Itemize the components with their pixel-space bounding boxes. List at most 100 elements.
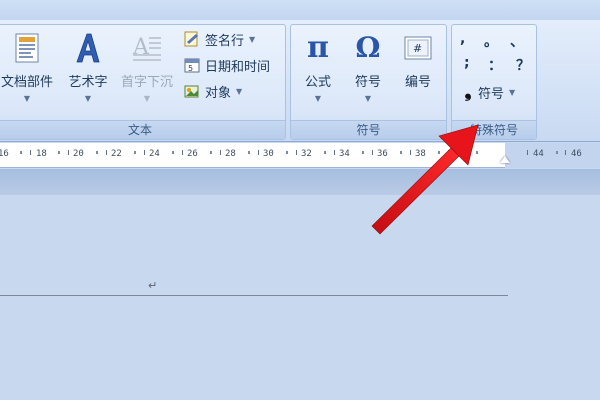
date-time-button[interactable]: 5 日期和时间 (183, 54, 270, 76)
group-special-symbols: , 。 、 ; ： ？ ❟ 符号 ▼ 特殊符号 (451, 24, 537, 140)
group-label-special-symbols: 特殊符号 (452, 120, 536, 139)
doc-parts-icon (10, 31, 44, 65)
ruler-number: 46 (571, 149, 582, 159)
ruler-tick (362, 151, 364, 154)
ruler-margin-area: 44 46 (505, 143, 600, 168)
ruler-tick (286, 151, 288, 154)
number-label: 编号 (404, 75, 431, 90)
chevron-down-icon: ▼ (364, 94, 372, 103)
ruler-tick (258, 150, 259, 155)
horizontal-ruler[interactable]: 16 18 20 22 24 26 28 30 32 34 36 38 40 4… (0, 143, 600, 168)
object-icon (183, 82, 201, 100)
punct-semicolon[interactable]: ; (464, 55, 470, 71)
punct-colon[interactable]: ： (488, 55, 502, 75)
comma-mark-icon: ❟ (464, 81, 472, 102)
ribbon: 文档部件 ▼ 艺术字 ▼ A 首字下沉 ▼ 签名行 ▼ 5 日期和时间 对象 ▼… (0, 20, 600, 142)
ruler-tick (448, 150, 449, 155)
ruler-tick (172, 151, 174, 154)
ruler-tick (372, 150, 373, 155)
svg-text:#: # (413, 42, 422, 55)
ruler-tick (438, 151, 440, 154)
doc-parts-label: 文档部件 (0, 75, 53, 90)
dropcap-label: 首字下沉 (120, 75, 173, 90)
chevron-down-icon: ▼ (84, 94, 92, 103)
ruler-tick (565, 150, 566, 155)
symbol-label: 符号 (354, 75, 381, 90)
number-button[interactable]: # 编号 (393, 31, 443, 115)
chevron-down-icon: ▼ (314, 94, 322, 103)
dropcap-icon: A (130, 31, 164, 65)
special-symbol-label: 符号 (478, 86, 505, 102)
punct-comma[interactable]: , (460, 31, 465, 47)
special-symbol-button[interactable]: ❟ 符号 ▼ (462, 81, 515, 103)
ruler-number: 38 (415, 149, 426, 159)
ruler-number: 30 (263, 149, 274, 159)
omega-icon: Ω (355, 31, 381, 64)
symbol-button[interactable]: Ω 符号 ▼ (343, 31, 393, 115)
ruler-tick (134, 151, 136, 154)
ruler-tick (296, 150, 297, 155)
ruler-number: 22 (111, 149, 122, 159)
ruler-tick (556, 151, 558, 154)
group-text: 文档部件 ▼ 艺术字 ▼ A 首字下沉 ▼ 签名行 ▼ 5 日期和时间 对象 ▼… (0, 24, 286, 140)
ruler-number: 32 (301, 149, 312, 159)
equation-label: 公式 (304, 75, 331, 90)
ruler-tick (220, 150, 221, 155)
svg-text:5: 5 (188, 64, 193, 73)
pi-icon: π (307, 30, 329, 65)
paragraph-mark: ↵ (148, 279, 158, 292)
ruler-tick (106, 150, 107, 155)
ruler-number: 20 (73, 149, 84, 159)
chevron-down-icon: ▼ (509, 87, 516, 97)
ruler-number: 24 (149, 149, 160, 159)
ruler-number: 18 (36, 149, 47, 159)
ruler-number: 34 (339, 149, 350, 159)
ruler-number: 36 (377, 149, 388, 159)
equation-button[interactable]: π 公式 ▼ (293, 31, 343, 115)
ruler-number: 16 (0, 149, 9, 159)
ruler-tick (144, 150, 145, 155)
right-indent-marker[interactable] (500, 156, 510, 163)
punct-question[interactable]: ？ (516, 55, 530, 75)
wordart-icon (71, 31, 105, 65)
svg-text:A: A (132, 35, 150, 60)
document-divider-line (0, 295, 508, 296)
ruler-tick (30, 150, 31, 155)
signature-line-label: 签名行 (205, 33, 245, 49)
object-button[interactable]: 对象 ▼ (183, 80, 242, 102)
ruler-tick (527, 150, 528, 155)
object-label: 对象 (205, 85, 232, 101)
punct-pause[interactable]: 、 (510, 31, 524, 51)
chevron-down-icon: ▼ (236, 86, 243, 96)
ruler-tick (334, 150, 335, 155)
ruler-number: 28 (225, 149, 236, 159)
document-top-band (0, 169, 600, 195)
number-icon: # (401, 31, 435, 65)
date-time-label: 日期和时间 (205, 59, 271, 75)
signature-icon (183, 30, 201, 48)
group-symbols: π 公式 ▼ Ω 符号 ▼ # 编号 符号 (290, 24, 447, 140)
doc-parts-button[interactable]: 文档部件 ▼ (0, 31, 57, 115)
wordart-button[interactable]: 艺术字 ▼ (63, 31, 113, 115)
ruler-tick (182, 150, 183, 155)
title-strip (0, 0, 600, 20)
dropcap-button[interactable]: A 首字下沉 ▼ (115, 31, 179, 115)
ruler-tick (324, 151, 326, 154)
wordart-label: 艺术字 (68, 75, 108, 90)
signature-line-button[interactable]: 签名行 ▼ (183, 28, 255, 50)
ruler-number: 44 (533, 149, 544, 159)
ruler-tick (400, 151, 402, 154)
ruler-number: 40 (453, 149, 464, 159)
ruler-tick (476, 151, 478, 154)
ruler-tick (58, 151, 60, 154)
ruler-tick (248, 151, 250, 154)
chevron-down-icon: ▼ (23, 94, 31, 103)
ruler-tick (96, 151, 98, 154)
calendar-icon: 5 (183, 56, 201, 74)
chevron-down-icon: ▼ (143, 94, 151, 103)
punct-period[interactable]: 。 (484, 31, 498, 51)
ruler-number: 26 (187, 149, 198, 159)
chevron-down-icon: ▼ (249, 34, 256, 44)
ruler-tick (68, 150, 69, 155)
document-area[interactable]: ↵ (0, 195, 600, 400)
